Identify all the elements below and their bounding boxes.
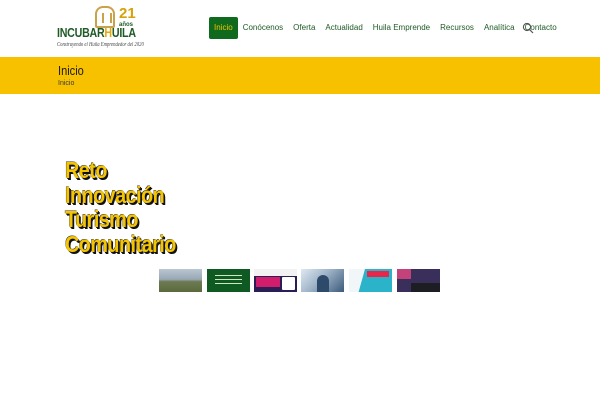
hero-line-3: Turismo: [65, 206, 138, 232]
hero-line-4: Comunitario: [65, 230, 176, 257]
breadcrumb[interactable]: Inicio: [58, 80, 74, 87]
anniversary-number: 21: [119, 5, 136, 22]
hero-line-2: Innovación: [65, 181, 165, 208]
nav-item-oferta[interactable]: Oferta: [288, 17, 320, 39]
main-nav: Inicio Conócenos Oferta Actualidad Huila…: [209, 17, 562, 39]
thumbnail-dark-banner[interactable]: [397, 269, 440, 292]
logo-word-right: UILA: [111, 25, 136, 40]
thumbnail-red-banner: [367, 271, 389, 277]
thumbnail-pink-corner: [397, 269, 411, 279]
thumbnail-green-announcement[interactable]: [207, 269, 250, 292]
thumbnail-person-silhouette: [317, 275, 329, 292]
thumbnail-purple-flyer[interactable]: [254, 269, 297, 292]
thumbnail-person-tech[interactable]: [301, 269, 344, 292]
logo-tagline: Construyendo el Huila Emprendedor del 20…: [57, 42, 144, 48]
thumbnail-strip: [159, 269, 441, 292]
nav-item-inicio[interactable]: Inicio: [209, 17, 238, 39]
logo-word-h: H: [104, 25, 112, 40]
site-header: 21 años INCUBARHUILA Construyendo el Hui…: [0, 0, 600, 57]
hero-headline: Reto Innovación Turismo Comunitario: [65, 158, 194, 256]
nav-item-conocenos[interactable]: Conócenos: [238, 17, 288, 39]
page-title-bar: [0, 57, 600, 94]
thumbnail-text-line: [215, 279, 242, 280]
thumbnail-white-shape: [349, 269, 365, 292]
thumbnail-dark-strip: [411, 283, 440, 292]
search-icon[interactable]: [522, 22, 534, 34]
thumbnail-text-line: [215, 283, 242, 284]
thumbnail-white-block: [282, 277, 295, 290]
hero-line-1: Reto: [65, 157, 107, 183]
logo-word-left: INCUBAR: [57, 25, 105, 40]
page-title: Inicio: [58, 63, 84, 78]
nav-item-actualidad[interactable]: Actualidad: [320, 17, 367, 39]
site-logo[interactable]: 21 años INCUBARHUILA Construyendo el Hui…: [57, 4, 167, 54]
thumbnail-pink-block: [256, 277, 280, 287]
nav-item-recursos[interactable]: Recursos: [435, 17, 479, 39]
thumbnail-text-line: [215, 275, 242, 276]
nav-item-huila-emprende[interactable]: Huila Emprende: [368, 17, 435, 39]
thumbnail-convocatoria[interactable]: [349, 269, 392, 292]
nav-item-analitica[interactable]: Analítica: [479, 17, 520, 39]
thumbnail-header-block: [254, 269, 297, 276]
logo-wordmark: INCUBARHUILA: [57, 25, 136, 40]
thumbnail-landscape[interactable]: [159, 269, 202, 292]
